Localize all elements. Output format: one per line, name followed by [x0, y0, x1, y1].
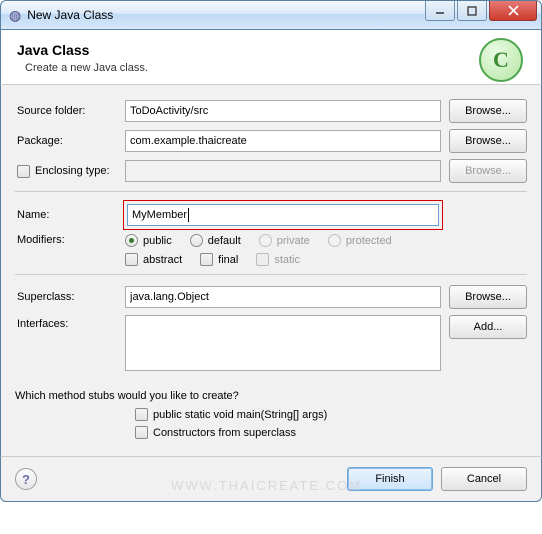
label-name: Name: [15, 209, 125, 221]
header: Java Class Create a new Java class. C [0, 30, 542, 85]
checkbox-static: static [256, 253, 300, 266]
checkbox-final[interactable]: final [200, 253, 238, 266]
label-stubs-question: Which method stubs would you like to cre… [15, 390, 527, 402]
row-modifiers: Modifiers: public default private protec… [15, 234, 527, 266]
label-source-folder: Source folder: [15, 105, 125, 117]
separator-2 [15, 274, 527, 275]
eclipse-icon: ◍ [9, 7, 21, 24]
row-package: Package: Browse... [15, 129, 527, 153]
watermark: WWW.THAICREATE.COM [171, 478, 362, 493]
footer: ? Finish Cancel WWW.THAICREATE.COM [0, 456, 542, 502]
label-package: Package: [15, 135, 125, 147]
page-title: Java Class [17, 42, 525, 58]
window-title: New Java Class [27, 8, 113, 22]
source-folder-input[interactable] [125, 100, 441, 122]
checkbox-constructors[interactable]: Constructors from superclass [135, 426, 296, 439]
label-interfaces: Interfaces: [15, 315, 125, 330]
radio-protected: protected [328, 234, 392, 247]
row-enclosing-type: Enclosing type: Browse... [15, 159, 527, 183]
enclosing-type-input [125, 160, 441, 182]
superclass-input[interactable] [125, 286, 441, 308]
package-input[interactable] [125, 130, 441, 152]
minimize-button[interactable] [425, 1, 455, 21]
radio-private: private [259, 234, 310, 247]
cancel-button[interactable]: Cancel [441, 467, 527, 491]
help-button[interactable]: ? [15, 468, 37, 490]
row-name: Name: MyMember [15, 202, 527, 228]
browse-package-button[interactable]: Browse... [449, 129, 527, 153]
checkbox-main-method[interactable]: public static void main(String[] args) [135, 408, 327, 421]
browse-enclosing-button: Browse... [449, 159, 527, 183]
checkbox-abstract[interactable]: abstract [125, 253, 182, 266]
label-superclass: Superclass: [15, 291, 125, 303]
text-caret [188, 208, 189, 222]
class-icon: C [479, 38, 523, 82]
separator-1 [15, 191, 527, 192]
interfaces-input[interactable] [125, 315, 441, 371]
close-button[interactable] [489, 1, 537, 21]
browse-source-button[interactable]: Browse... [449, 99, 527, 123]
name-input[interactable]: MyMember [132, 209, 187, 221]
row-interfaces: Interfaces: Add... [15, 315, 527, 374]
form-body: Source folder: Browse... Package: Browse… [0, 85, 542, 456]
label-enclosing-type: Enclosing type: [35, 165, 110, 177]
page-subtitle: Create a new Java class. [25, 62, 525, 74]
radio-default[interactable]: default [190, 234, 241, 247]
label-modifiers: Modifiers: [15, 234, 125, 246]
browse-superclass-button[interactable]: Browse... [449, 285, 527, 309]
add-interface-button[interactable]: Add... [449, 315, 527, 339]
radio-public[interactable]: public [125, 234, 172, 247]
title-bar: ◍ New Java Class [0, 0, 542, 30]
window-buttons [425, 1, 537, 21]
finish-button[interactable]: Finish [347, 467, 433, 491]
maximize-button[interactable] [457, 1, 487, 21]
enclosing-type-checkbox[interactable] [17, 165, 30, 178]
row-superclass: Superclass: Browse... [15, 285, 527, 309]
row-source-folder: Source folder: Browse... [15, 99, 527, 123]
